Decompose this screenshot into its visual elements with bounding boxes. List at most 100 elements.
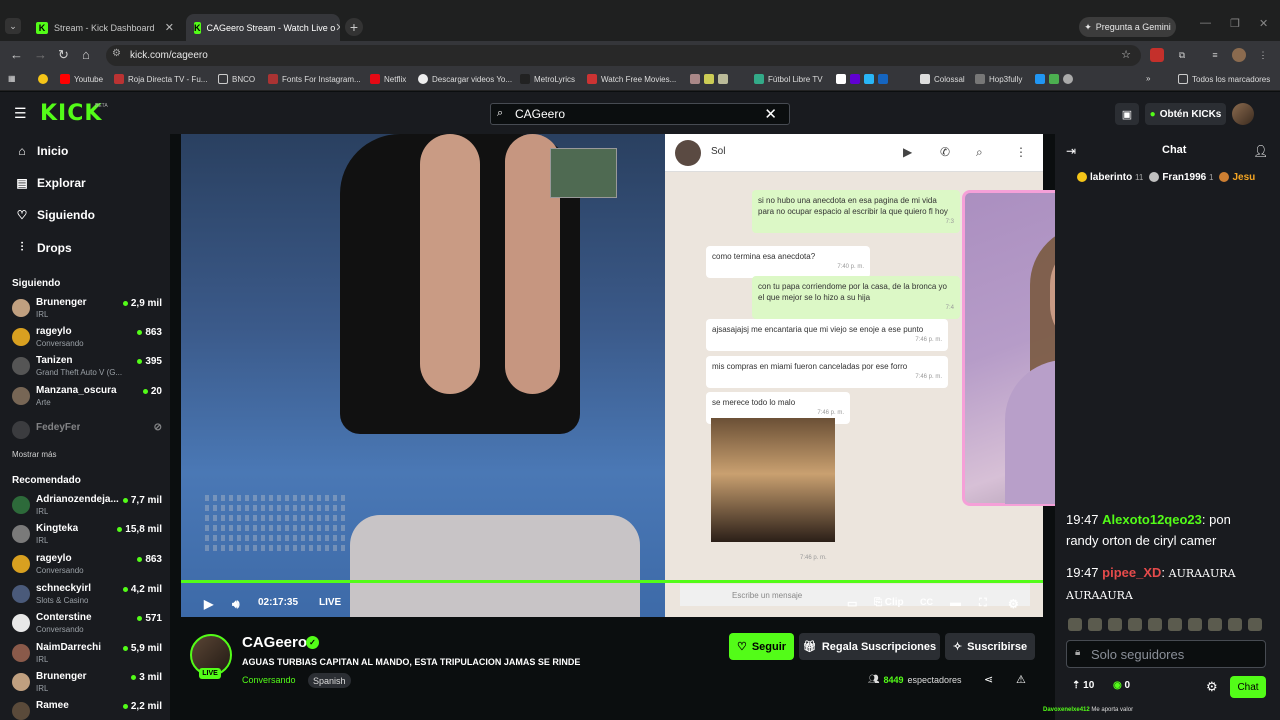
- back-icon[interactable]: ←: [10, 47, 23, 62]
- bookmark-fonts[interactable]: Fonts For Instagram...: [268, 74, 361, 84]
- sidebar-channel-schneckyirl[interactable]: schneckyirl Slots & Casino 4,2 mil: [12, 582, 162, 608]
- sidebar-channel-fedeyfer[interactable]: FedeyFer ⊘: [12, 418, 162, 444]
- kick-logo[interactable]: KICK: [40, 101, 102, 126]
- bookmark-emoji-icon[interactable]: [38, 74, 48, 84]
- clip-button[interactable]: ⎘ Clip: [874, 597, 904, 608]
- sidebar-channel-kingteka[interactable]: Kingteka IRL 15,8 mil: [12, 522, 162, 548]
- volume-icon[interactable]: 🔊︎: [232, 597, 240, 612]
- top-gifter[interactable]: laberinto 11: [1077, 172, 1143, 183]
- fullscreen-icon[interactable]: ⛶: [979, 597, 987, 610]
- search-input[interactable]: ⌕ CAGeero ✕: [490, 103, 790, 125]
- language-tag[interactable]: Spanish: [308, 673, 351, 688]
- subscribe-button[interactable]: ✧ Suscribirse: [945, 633, 1035, 660]
- follow-button[interactable]: ♡ Seguir: [729, 633, 794, 660]
- show-more-link[interactable]: Mostrar más: [12, 450, 56, 459]
- close-window-icon[interactable]: ✕: [1259, 17, 1268, 30]
- bookmark-colossal[interactable]: Colossal: [920, 74, 965, 84]
- gift-subs-button[interactable]: 🎁︎ Regala Suscripciones: [799, 633, 940, 660]
- video-progress-bar[interactable]: [181, 580, 1043, 583]
- site-info-icon[interactable]: ⚙: [112, 48, 121, 59]
- channel-category: Arte: [36, 398, 51, 407]
- sidebar-channel-tanizen[interactable]: Tanizen Grand Theft Auto V (G... 395: [12, 354, 162, 380]
- more-bookmarks-icon[interactable]: »: [1146, 74, 1150, 83]
- chat-settings-icon[interactable]: ⚙: [1206, 679, 1218, 695]
- bookmark-descargar-videos[interactable]: Descargar videos Yo...: [418, 74, 512, 84]
- nav-following[interactable]: ♡ Siguiendo: [16, 208, 95, 222]
- new-tab-button[interactable]: +: [345, 18, 363, 36]
- nav-home[interactable]: ⌂ Inicio: [16, 144, 68, 158]
- browse-icon: ▤: [16, 176, 28, 190]
- media-icon[interactable]: ≡: [1208, 48, 1222, 62]
- browser-tab-stream[interactable]: K CAGeero Stream - Watch Live o ✕: [186, 14, 340, 41]
- settings-icon[interactable]: ⚙: [1008, 597, 1019, 611]
- clear-search-icon[interactable]: ✕: [764, 105, 777, 123]
- kicks-balance[interactable]: ◉ 0: [1113, 680, 1130, 691]
- theater-mode-icon[interactable]: ▭: [847, 597, 857, 610]
- sidebar-channel-adrianozendeja[interactable]: Adrianozendeja... IRL 7,7 mil: [12, 493, 162, 519]
- close-tab-icon[interactable]: ✕: [165, 21, 174, 34]
- close-tab-icon[interactable]: ✕: [335, 21, 340, 34]
- top-gifter[interactable]: Jesu: [1219, 172, 1255, 183]
- apps-grid-icon[interactable]: ▦: [8, 74, 16, 83]
- bookmark-extra-icons-3[interactable]: [1035, 74, 1073, 84]
- bookmark-futbol-libre[interactable]: Fútbol Libre TV: [754, 74, 823, 84]
- channel-name: rageylo: [36, 553, 72, 564]
- sidebar-channel-rageylo-rec[interactable]: rageylo Conversando 863: [12, 552, 162, 578]
- extensions-puzzle-icon[interactable]: ⧉: [1175, 48, 1189, 62]
- profile-avatar[interactable]: [1232, 48, 1246, 62]
- minimize-icon[interactable]: —: [1200, 17, 1211, 29]
- tab-search-icon[interactable]: ⌄: [5, 18, 21, 34]
- sidebar-channel-naimdarrechi[interactable]: NaimDarrechi IRL 5,9 mil: [12, 641, 162, 667]
- bookmark-hop3fully[interactable]: Hop3fully: [975, 74, 1022, 84]
- maximize-icon[interactable]: ❐: [1230, 17, 1240, 30]
- bookmark-youtube[interactable]: Youtube: [60, 74, 103, 84]
- menu-icon[interactable]: ☰: [14, 105, 27, 122]
- nav-browse[interactable]: ▤ Explorar: [16, 176, 85, 190]
- mini-player-icon[interactable]: ▬: [950, 597, 961, 609]
- captions-icon[interactable]: CC: [920, 597, 933, 607]
- gemini-button[interactable]: ✦ Pregunta a Gemini: [1079, 17, 1176, 37]
- reload-icon[interactable]: ↻: [58, 47, 69, 63]
- sidebar-channel-manzana-oscura[interactable]: Manzana_oscura Arte 20: [12, 384, 162, 410]
- bookmark-netflix[interactable]: Netflix: [370, 74, 406, 84]
- live-label[interactable]: LIVE: [319, 597, 341, 608]
- nav-drops[interactable]: ⫶ Drops: [16, 240, 71, 255]
- user-avatar[interactable]: [1232, 103, 1254, 125]
- browser-tab-dashboard[interactable]: K Stream - Kick Dashboard ✕: [28, 14, 182, 41]
- chat-username[interactable]: Alexoto12qeo23: [1102, 512, 1202, 527]
- channel-name[interactable]: CAGeero: [242, 634, 307, 651]
- all-bookmarks[interactable]: Todos los marcadores: [1178, 74, 1270, 84]
- channel-points[interactable]: ⇡ 10: [1072, 680, 1094, 691]
- stream-category[interactable]: Conversando: [242, 675, 296, 685]
- top-gifter[interactable]: Fran1996 1: [1149, 172, 1213, 183]
- sidebar-channel-conterstine[interactable]: Conterstine Conversando 571: [12, 611, 162, 637]
- chat-input[interactable]: 🔒︎ Solo seguidores: [1066, 640, 1266, 668]
- browser-menu-icon[interactable]: ⋮: [1256, 48, 1270, 62]
- extension-icon[interactable]: [1150, 48, 1164, 62]
- address-bar[interactable]: ⚙ kick.com/cageero ☆: [106, 45, 1141, 66]
- bookmark-bnco[interactable]: BNCO: [218, 74, 255, 84]
- bookmark-star-icon[interactable]: ☆: [1121, 48, 1131, 61]
- sidebar-channel-rageylo[interactable]: rageylo Conversando 863: [12, 325, 162, 351]
- sidebar-channel-ramee[interactable]: Ramee 2,2 mil: [12, 699, 162, 720]
- home-icon[interactable]: ⌂: [82, 47, 90, 62]
- report-icon[interactable]: ⚠: [1016, 673, 1026, 686]
- chat-username[interactable]: pipee_XD: [1102, 565, 1161, 580]
- share-icon[interactable]: ⋖: [984, 673, 993, 686]
- bookmark-watch-free-movies[interactable]: Watch Free Movies...: [587, 74, 676, 84]
- bookmark-metrolyrics[interactable]: MetroLyrics: [520, 74, 575, 84]
- creator-dashboard-icon[interactable]: ▣: [1115, 103, 1139, 125]
- play-icon[interactable]: ▶: [204, 597, 213, 611]
- bookmark-extra-icons-2[interactable]: [836, 74, 888, 84]
- collapse-chat-icon[interactable]: ⇥: [1066, 144, 1076, 158]
- send-chat-button[interactable]: Chat: [1230, 676, 1266, 698]
- bookmark-roja-directa[interactable]: Roja Directa TV - Fu...: [114, 74, 207, 84]
- channel-category: IRL: [36, 310, 49, 319]
- sidebar-channel-brunenger-rec[interactable]: Brunenger IRL 3 mil: [12, 670, 162, 696]
- sidebar-channel-brunenger[interactable]: Brunenger IRL 2,9 mil: [12, 296, 162, 322]
- forward-icon[interactable]: →: [34, 47, 47, 62]
- chat-users-icon[interactable]: 👤︎: [1253, 144, 1268, 158]
- bookmark-extra-icons[interactable]: [690, 74, 728, 84]
- stream-time: 02:17:35: [258, 597, 299, 608]
- get-kicks-button[interactable]: ● Obtén KICKs: [1145, 103, 1226, 125]
